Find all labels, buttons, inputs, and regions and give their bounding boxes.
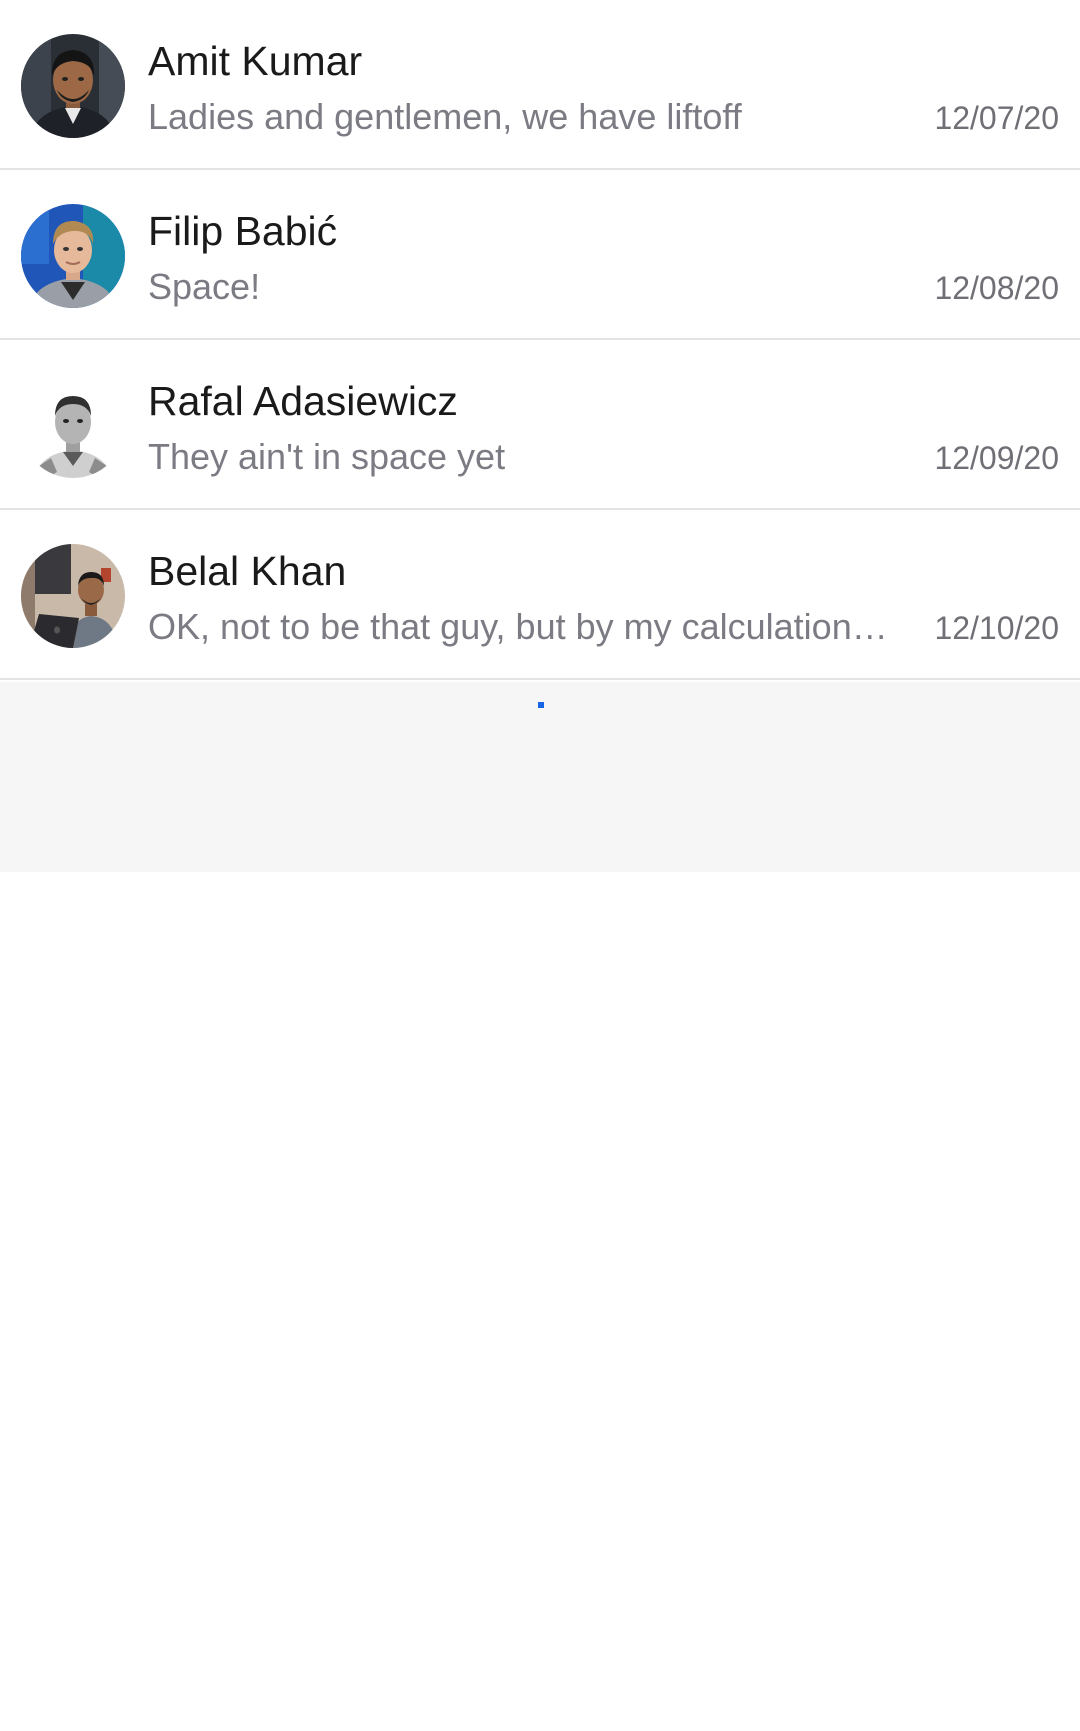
avatar-filip-babic	[21, 204, 125, 308]
chat-list: Amit Kumar Ladies and gentlemen, we have…	[0, 0, 1080, 680]
chat-row-filip-babic[interactable]: Filip Babić Space! 12/08/20	[0, 170, 1080, 340]
contact-name: Amit Kumar	[148, 38, 363, 84]
message-preview: They ain't in space yet	[148, 436, 506, 477]
person-dark-suit-avatar-icon	[21, 34, 125, 138]
chat-list-screen: Amit Kumar Ladies and gentlemen, we have…	[0, 0, 1080, 1731]
chat-row-belal-khan[interactable]: Belal Khan OK, not to be that guy, but b…	[0, 510, 1080, 680]
message-preview: OK, not to be that guy, but by my calcul…	[148, 606, 900, 647]
loading-footer	[0, 682, 1080, 872]
contact-name: Rafal Adasiewicz	[148, 378, 458, 424]
avatar-rafal-adasiewicz	[21, 374, 125, 478]
person-blue-background-avatar-icon	[21, 204, 125, 308]
message-date: 12/09/20	[934, 440, 1059, 476]
chat-row-amit-kumar[interactable]: Amit Kumar Ladies and gentlemen, we have…	[0, 0, 1080, 170]
avatar-belal-khan	[21, 544, 125, 648]
contact-name: Belal Khan	[148, 548, 347, 594]
message-preview: Space!	[148, 266, 261, 307]
contact-name: Filip Babić	[148, 208, 338, 254]
avatar-amit-kumar	[21, 34, 125, 138]
message-date: 12/07/20	[934, 100, 1059, 136]
chat-row-rafal-adasiewicz[interactable]: Rafal Adasiewicz They ain't in space yet…	[0, 340, 1080, 510]
message-preview: Ladies and gentlemen, we have liftoff	[148, 96, 742, 137]
loading-indicator-icon	[538, 702, 544, 708]
message-date: 12/08/20	[934, 270, 1059, 306]
message-date: 12/10/20	[934, 610, 1059, 646]
person-grayscale-avatar-icon	[21, 374, 125, 478]
person-studio-laptop-avatar-icon	[21, 544, 125, 648]
